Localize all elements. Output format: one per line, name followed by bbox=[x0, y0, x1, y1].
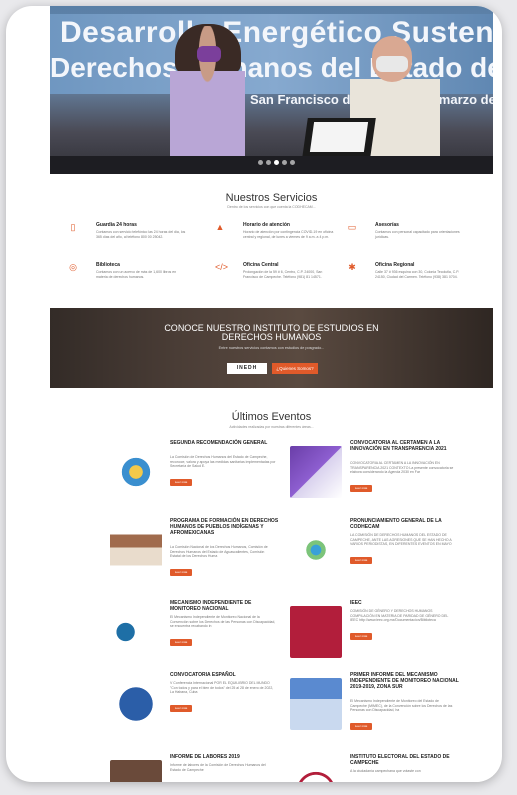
event-description: COMISIÓN DE GÉNERO Y DERECHOS HUMANOS CO… bbox=[350, 609, 449, 623]
lifebuoy-icon: ◎ bbox=[69, 262, 77, 272]
read-more-button[interactable]: Leer más bbox=[350, 485, 372, 493]
event-title[interactable]: SEGUNDA RECOMENDACIÓN GENERAL bbox=[170, 440, 280, 446]
event-title[interactable]: PROGRAMA DE FORMACIÓN EN DERECHOS HUMANO… bbox=[170, 518, 280, 536]
event-thumbnail[interactable] bbox=[290, 678, 342, 730]
events-title: Últimos Eventos bbox=[231, 411, 312, 423]
service-description: Prolongación de la 59 # 6, Centro, C.P. … bbox=[243, 270, 323, 279]
event-description: CONVOCATORIA AL CERTAMEN A LA INNOVACIÓN… bbox=[350, 461, 454, 475]
event-thumbnail[interactable] bbox=[110, 446, 162, 498]
event-description: La Comisión de Derechos Humanos del Esta… bbox=[170, 455, 276, 469]
bell-icon: ▲ bbox=[215, 222, 225, 232]
services-subtitle: Dentro de los servicios con que cuenta l… bbox=[227, 205, 316, 209]
event-card: INSTITUTO ELECTORAL DEL ESTADO DE CAMPEC… bbox=[290, 754, 460, 782]
read-more-button[interactable]: Leer más bbox=[170, 705, 192, 713]
read-more-button[interactable]: Leer más bbox=[350, 633, 372, 641]
service-title: Oficina Central bbox=[243, 262, 279, 268]
slider-dot[interactable] bbox=[274, 160, 279, 165]
read-more-button[interactable]: Leer más bbox=[170, 639, 192, 647]
institute-title: CONOCE NUESTRO INSTITUTO DE ESTUDIOS EN … bbox=[50, 324, 493, 342]
event-thumbnail[interactable] bbox=[290, 606, 342, 658]
hero-banner-line3: San Francisco de bbox=[250, 92, 358, 107]
event-description: V Conferencia Internacional POR EL EQUIL… bbox=[170, 681, 274, 695]
read-more-button[interactable]: Leer más bbox=[170, 479, 192, 487]
slider-dots[interactable] bbox=[258, 160, 295, 165]
event-description: Informe de labores de la Comisión de Der… bbox=[170, 763, 266, 772]
event-description: El Mecanismo Independiente de Monitoreo … bbox=[350, 699, 453, 713]
service-description: Contamos con un acervo de más de 1,600 l… bbox=[96, 270, 177, 279]
event-card: CONVOCATORIA AL CERTAMEN A LA INNOVACIÓN… bbox=[290, 440, 460, 515]
event-description: La Comisión Nacional de los Derechos Hum… bbox=[170, 545, 268, 559]
hero-face-mask-2 bbox=[376, 56, 408, 72]
slider-dot[interactable] bbox=[282, 160, 287, 165]
slider-dot[interactable] bbox=[258, 160, 263, 165]
event-title[interactable]: PRONUNCIAMIENTO GENERAL DE LA CODHECAM bbox=[350, 518, 460, 530]
institute-title-line2: DERECHOS HUMANOS bbox=[221, 332, 322, 342]
service-title: Asesorías bbox=[375, 222, 399, 228]
event-title[interactable]: IEEC bbox=[350, 600, 460, 606]
event-thumbnail[interactable] bbox=[290, 524, 342, 576]
web-page: Desarrollo Energético Sustentable y la D… bbox=[50, 6, 493, 782]
service-title: Guardia 24 horas bbox=[96, 222, 137, 228]
event-title[interactable]: CONVOCATORIA ESPAÑOL bbox=[170, 672, 280, 678]
event-card: INFORME DE LABORES 2019 Informe de labore… bbox=[110, 754, 280, 782]
event-thumbnail[interactable] bbox=[290, 760, 342, 782]
event-description: LA COMISIÓN DE DERECHOS HUMANOS DEL ESTA… bbox=[350, 533, 452, 547]
event-title[interactable]: MECANISMO INDEPENDIENTE DE MONITOREO NAC… bbox=[170, 600, 280, 612]
event-thumbnail[interactable] bbox=[110, 524, 162, 576]
device-frame: Desarrollo Energético Sustentable y la D… bbox=[6, 6, 502, 782]
service-title: Horario de atención bbox=[243, 222, 290, 228]
service-title: Biblioteca bbox=[96, 262, 120, 268]
event-thumbnail[interactable] bbox=[110, 606, 162, 658]
service-title: Oficina Regional bbox=[375, 262, 415, 268]
event-thumbnail[interactable] bbox=[110, 760, 162, 782]
event-card: PROGRAMA DE FORMACIÓN EN DERECHOS HUMANO… bbox=[110, 518, 280, 593]
service-description: Calle 37 # 936 esquina con 30, Colonia T… bbox=[375, 270, 460, 279]
laptop-icon: ▭ bbox=[347, 222, 357, 232]
event-title[interactable]: CONVOCATORIA AL CERTAMEN A LA INNOVACIÓN… bbox=[350, 440, 460, 452]
phone-icon: ▯ bbox=[70, 222, 76, 232]
hero-table bbox=[50, 156, 493, 174]
event-card: PRIMER INFORME DEL MECANISMO INDEPENDIEN… bbox=[290, 672, 460, 747]
service-description: Contamos con servicio telefónico las 24 … bbox=[96, 230, 186, 239]
hero-face-mask bbox=[197, 46, 221, 62]
events-subtitle: Actividades realizadas por nuestras dife… bbox=[229, 425, 314, 429]
read-more-button[interactable]: Leer más bbox=[170, 569, 192, 577]
event-title[interactable]: INSTITUTO ELECTORAL DEL ESTADO DE CAMPEC… bbox=[350, 754, 460, 766]
event-thumbnail[interactable] bbox=[290, 446, 342, 498]
service-description: Contamos con personal capacitado para or… bbox=[375, 230, 460, 239]
event-card: PRONUNCIAMIENTO GENERAL DE LA CODHECAM LA… bbox=[290, 518, 460, 593]
event-thumbnail[interactable] bbox=[110, 678, 162, 730]
read-more-button[interactable]: Leer más bbox=[350, 723, 372, 731]
read-more-button[interactable]: Leer más bbox=[350, 557, 372, 565]
event-description: El Mecanismo Independiente de Monitoreo … bbox=[170, 615, 276, 629]
event-card: IEEC COMISIÓN DE GÉNERO Y DERECHOS HUMANO… bbox=[290, 600, 460, 675]
gear-icon: ✱ bbox=[348, 262, 356, 272]
event-title[interactable]: INFORME DE LABORES 2019 bbox=[170, 754, 280, 760]
code-icon: </> bbox=[215, 262, 229, 272]
who-we-are-button[interactable]: ¿Quienes Somos? bbox=[272, 363, 318, 374]
slider-dot[interactable] bbox=[266, 160, 271, 165]
inedh-button[interactable]: INEDH bbox=[227, 363, 267, 374]
institute-subtitle: Entre nuestros servicios contamos con es… bbox=[218, 346, 325, 350]
event-card: CONVOCATORIA ESPAÑOL V Conferencia Intern… bbox=[110, 672, 280, 747]
service-description: Horario de atención por contingencia COV… bbox=[243, 230, 334, 239]
services-title: Nuestros Servicios bbox=[225, 192, 318, 204]
event-card: MECANISMO INDEPENDIENTE DE MONITOREO NAC… bbox=[110, 600, 280, 675]
event-title[interactable]: PRIMER INFORME DEL MECANISMO INDEPENDIEN… bbox=[350, 672, 460, 690]
hero-slider[interactable]: Desarrollo Energético Sustentable y la D… bbox=[50, 6, 493, 174]
slider-dot[interactable] bbox=[290, 160, 295, 165]
event-card: SEGUNDA RECOMENDACIÓN GENERAL La Comisión… bbox=[110, 440, 280, 515]
hero-signing-document bbox=[309, 122, 369, 152]
event-description: A la ciudadanía campechana que votaste c… bbox=[350, 769, 421, 773]
